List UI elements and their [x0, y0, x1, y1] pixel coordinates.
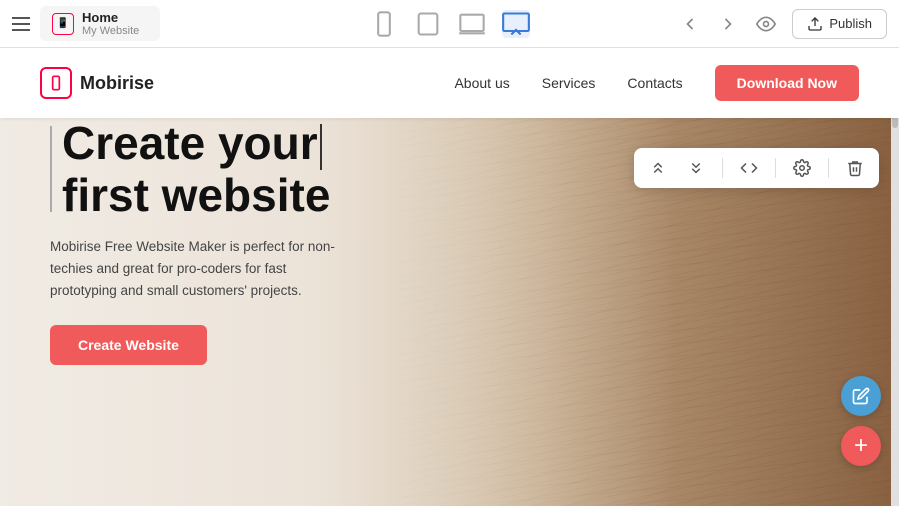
- device-mobile[interactable]: [370, 10, 398, 38]
- plus-icon: +: [854, 434, 868, 458]
- site-nav: About us Services Contacts Download Now: [454, 65, 859, 101]
- tab-title-group: Home My Website: [82, 10, 139, 37]
- toolbar-divider-3: [828, 158, 829, 178]
- site-logo-text: Mobirise: [80, 73, 154, 94]
- preview-button[interactable]: [754, 12, 778, 36]
- hero-content: Create your first website Mobirise Free …: [0, 118, 420, 365]
- main-toolbar: 📱 Home My Website: [0, 0, 899, 48]
- hero-title: Create your first website: [62, 118, 370, 220]
- device-tablet[interactable]: [414, 10, 442, 38]
- preview-container: Mobirise About us Services Contacts Down…: [0, 48, 899, 506]
- back-button[interactable]: [678, 12, 702, 36]
- nav-contacts[interactable]: Contacts: [627, 75, 682, 91]
- site-navbar: Mobirise About us Services Contacts Down…: [0, 48, 899, 118]
- hero-title-line1: Create your: [62, 117, 318, 169]
- tab-title-sub: My Website: [82, 25, 139, 37]
- text-cursor: [320, 124, 322, 170]
- block-code[interactable]: [737, 156, 761, 180]
- hamburger-menu[interactable]: [12, 17, 30, 31]
- block-settings[interactable]: [790, 156, 814, 180]
- block-move-up[interactable]: [646, 156, 670, 180]
- toolbar-divider-2: [775, 158, 776, 178]
- logo-mobile-icon: [48, 75, 64, 91]
- hero-cta-button[interactable]: Create Website: [50, 325, 207, 365]
- device-laptop[interactable]: [458, 10, 486, 38]
- block-toolbar: [634, 148, 879, 188]
- tab-logo-icon: 📱: [52, 13, 74, 35]
- fab-add-button[interactable]: +: [841, 426, 881, 466]
- site-logo-icon: [40, 67, 72, 99]
- publish-icon: [807, 16, 823, 32]
- forward-button[interactable]: [716, 12, 740, 36]
- hero-description: Mobirise Free Website Maker is perfect f…: [50, 236, 350, 301]
- toolbar-left: 📱 Home My Website: [12, 6, 670, 41]
- device-switcher: [370, 10, 530, 38]
- nav-about[interactable]: About us: [454, 75, 509, 91]
- block-delete[interactable]: [843, 156, 867, 180]
- fab-edit-button[interactable]: [841, 376, 881, 416]
- block-move-down[interactable]: [684, 156, 708, 180]
- nav-services[interactable]: Services: [542, 75, 596, 91]
- site-logo: Mobirise: [40, 67, 154, 99]
- tab-title-main: Home: [82, 10, 139, 25]
- hero-title-wrapper: Create your first website: [50, 118, 370, 220]
- nav-cta-button[interactable]: Download Now: [715, 65, 859, 101]
- pencil-icon: [852, 387, 870, 405]
- toolbar-right: Publish: [678, 9, 887, 39]
- hero-title-line2: first website: [62, 169, 330, 221]
- device-desktop[interactable]: [502, 10, 530, 38]
- publish-button[interactable]: Publish: [792, 9, 887, 39]
- publish-label: Publish: [829, 16, 872, 31]
- toolbar-divider-1: [722, 158, 723, 178]
- tab-home[interactable]: 📱 Home My Website: [40, 6, 160, 41]
